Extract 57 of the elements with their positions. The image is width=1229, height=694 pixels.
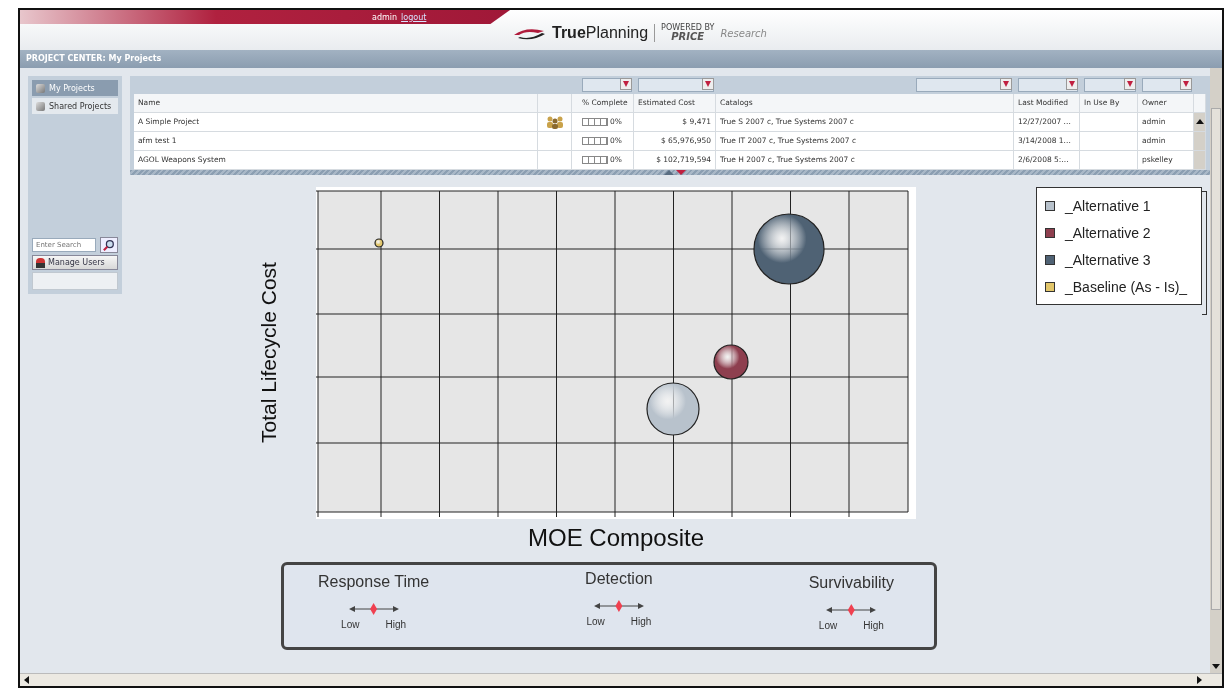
- vertical-scrollbar[interactable]: [1210, 68, 1222, 673]
- table-cell: [1080, 132, 1138, 151]
- filter-field[interactable]: [582, 78, 632, 92]
- slider-thumb[interactable]: [615, 600, 623, 612]
- slider-title: Detection: [585, 570, 653, 588]
- filter-field[interactable]: [916, 78, 1012, 92]
- search-button[interactable]: [100, 237, 118, 253]
- scroll-up-icon[interactable]: [1196, 119, 1204, 124]
- filter-field[interactable]: [1084, 78, 1136, 92]
- person-icon: [36, 257, 45, 268]
- x-axis-label: MOE Composite: [527, 524, 705, 552]
- scroll-left-icon[interactable]: [24, 676, 29, 684]
- slider-track[interactable]: [593, 600, 644, 612]
- swoosh-logo-icon: [512, 26, 546, 40]
- filter-icon[interactable]: [620, 78, 632, 90]
- slider-track[interactable]: [826, 604, 877, 616]
- people-icon: [545, 115, 564, 129]
- low-label: Low: [818, 620, 838, 631]
- search-icon: [103, 239, 115, 251]
- sidebar-item[interactable]: Shared Projects: [32, 98, 118, 114]
- partner-suffix: Research: [720, 27, 767, 39]
- legend-label: _Alternative 1: [1065, 197, 1151, 214]
- filter-field[interactable]: [1142, 78, 1192, 92]
- high-label: High: [385, 619, 407, 630]
- partner-name: PRICE: [671, 32, 705, 42]
- slider-thumb[interactable]: [370, 603, 378, 615]
- slider-title: Response Time: [318, 573, 430, 591]
- legend-label: _Alternative 3: [1065, 251, 1151, 268]
- filter-field[interactable]: [638, 78, 714, 92]
- table-cell: [1080, 151, 1138, 170]
- filter-icon[interactable]: [702, 78, 714, 90]
- filter-icon[interactable]: [1066, 78, 1078, 90]
- logout-link[interactable]: logout: [401, 12, 427, 22]
- collapse-up-icon[interactable]: [664, 170, 674, 175]
- slider-title: Survivability: [808, 574, 894, 592]
- legend-label: _Alternative 2: [1065, 224, 1151, 241]
- brand-name: TruePlanning: [552, 24, 649, 42]
- user-name: admin: [372, 12, 398, 22]
- title-bar: PROJECT CENTER: My Projects: [20, 50, 1222, 68]
- slider-track[interactable]: [348, 603, 399, 615]
- horizontal-scrollbar[interactable]: [20, 673, 1222, 686]
- manage-users-button[interactable]: Manage Users: [32, 255, 118, 270]
- high-label: High: [863, 620, 884, 631]
- filter-icon[interactable]: [1180, 78, 1192, 90]
- slider-thumb[interactable]: [847, 604, 855, 616]
- powered-by-text: POWERED BY: [661, 24, 715, 32]
- filter-icon[interactable]: [1124, 78, 1136, 90]
- high-label: High: [630, 616, 652, 627]
- low-label: Low: [586, 616, 605, 627]
- scroll-right-icon[interactable]: [1197, 676, 1202, 684]
- filter-icon[interactable]: [1000, 78, 1012, 90]
- table-cell: [1080, 113, 1138, 132]
- low-label: Low: [341, 619, 360, 630]
- legend-label: _Baseline (As - Is)_: [1065, 278, 1188, 295]
- y-axis-label: Total Lifecycle Cost: [256, 261, 281, 446]
- collapse-down-icon[interactable]: [676, 170, 686, 175]
- filter-field[interactable]: [1018, 78, 1078, 92]
